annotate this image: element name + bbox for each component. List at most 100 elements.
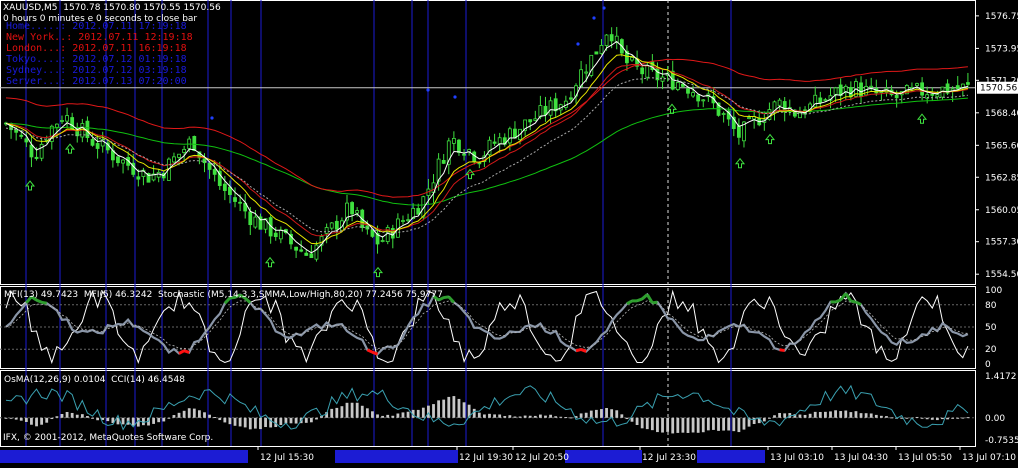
candle-body bbox=[122, 160, 125, 163]
osma-bar bbox=[173, 415, 176, 418]
osma-bar bbox=[396, 413, 399, 417]
mfi-tick-label: 50 bbox=[985, 323, 997, 333]
osma-bar bbox=[122, 418, 125, 425]
candle-body bbox=[371, 230, 374, 236]
osma-bar bbox=[855, 411, 858, 418]
osma-bar bbox=[819, 412, 822, 418]
osma-bar bbox=[458, 399, 461, 418]
candle-body bbox=[407, 220, 410, 221]
stoch-overbought-segment bbox=[444, 297, 449, 298]
osma-bar bbox=[183, 411, 186, 418]
candle-body bbox=[40, 144, 43, 158]
candle-body bbox=[554, 99, 557, 111]
candle-body bbox=[529, 120, 532, 122]
osma-bar bbox=[666, 418, 669, 432]
osma-bar bbox=[25, 418, 28, 422]
candle-body bbox=[55, 124, 58, 127]
candle-body bbox=[60, 120, 63, 121]
candle-body bbox=[463, 154, 466, 155]
stoch-overbought-segment bbox=[836, 300, 841, 302]
candle-body bbox=[508, 129, 511, 143]
time-tick-label: 12 Jul 15:30 bbox=[260, 453, 314, 463]
osma-bar bbox=[351, 403, 354, 418]
osma-bar bbox=[55, 416, 58, 418]
osma-bar bbox=[305, 418, 308, 423]
candle-body bbox=[457, 140, 460, 152]
osma-bar bbox=[447, 397, 450, 418]
candle-body bbox=[96, 143, 99, 148]
symbol-title: XAUUSD,M5 1570.78 1570.80 1570.55 1570.5… bbox=[3, 3, 221, 13]
candle-body bbox=[15, 130, 18, 132]
candle-body bbox=[544, 106, 547, 114]
candle-body bbox=[25, 139, 28, 142]
osma-bar bbox=[50, 418, 53, 419]
stoch-oversold-segment bbox=[581, 349, 586, 351]
osma-bar bbox=[905, 418, 908, 419]
candle-body bbox=[702, 100, 705, 101]
osma-bar bbox=[931, 418, 934, 420]
candle-body bbox=[356, 211, 359, 214]
osma-bar bbox=[86, 416, 89, 418]
osma-bar bbox=[580, 413, 583, 417]
osma-bar bbox=[967, 417, 970, 418]
osma-bar bbox=[951, 418, 954, 419]
candle-body bbox=[722, 114, 725, 115]
osma-bar bbox=[661, 418, 664, 433]
osma-bar bbox=[106, 418, 109, 421]
osma-bar bbox=[264, 418, 267, 427]
osma-bar bbox=[391, 416, 394, 418]
price-tick-label: 1560.05 bbox=[985, 206, 1018, 216]
candle-body bbox=[870, 86, 873, 87]
osma-bar bbox=[218, 418, 221, 420]
price-tick-label: 1568.40 bbox=[985, 109, 1018, 119]
osma-tick-label: 1.4172 bbox=[985, 372, 1017, 382]
osma-bar bbox=[71, 413, 74, 418]
osma-bar bbox=[483, 414, 486, 417]
osma-bar bbox=[641, 418, 644, 429]
osma-bar bbox=[254, 418, 257, 429]
up-arrow-marker bbox=[26, 181, 34, 190]
osma-bar bbox=[162, 418, 165, 422]
session-date-highlight bbox=[0, 450, 248, 463]
osma-bar bbox=[432, 404, 435, 418]
stoch-oversold-segment bbox=[367, 350, 372, 352]
osma-bar bbox=[921, 418, 924, 419]
osma-bar bbox=[279, 418, 282, 425]
candle-body bbox=[66, 116, 69, 122]
candle-body bbox=[401, 221, 404, 222]
osma-bar bbox=[508, 415, 511, 418]
stoch-overbought-segment bbox=[627, 301, 632, 304]
osma-bar bbox=[346, 403, 349, 418]
candle-body bbox=[595, 52, 598, 54]
cci-line bbox=[6, 386, 968, 430]
candle-body bbox=[631, 57, 634, 60]
osma-bar bbox=[880, 416, 883, 418]
osma-bar bbox=[45, 418, 48, 423]
session-clock-line: Server...: 2012.07.13 07:20:00 bbox=[6, 76, 187, 87]
osma-bar bbox=[534, 416, 537, 418]
osma-bar bbox=[381, 416, 384, 418]
candle-body bbox=[274, 233, 277, 236]
osma-bar bbox=[773, 415, 776, 418]
osma-bar bbox=[493, 414, 496, 417]
signal-dot bbox=[576, 42, 579, 45]
osma-bar bbox=[809, 414, 812, 418]
osma-bar bbox=[132, 418, 135, 426]
osma-bar bbox=[554, 416, 557, 418]
candle-body bbox=[452, 138, 455, 143]
candle-body bbox=[605, 35, 608, 46]
osma-bar bbox=[564, 417, 567, 418]
candle-body bbox=[600, 45, 603, 53]
candle-body bbox=[137, 177, 140, 179]
candle-body bbox=[239, 202, 242, 203]
signal-dot bbox=[210, 116, 213, 119]
candle-body bbox=[539, 106, 542, 117]
osma-bar bbox=[478, 413, 481, 418]
osma-bar bbox=[239, 418, 242, 427]
up-arrow-marker bbox=[466, 170, 474, 179]
stochastic-line bbox=[6, 293, 968, 354]
candle-body bbox=[686, 89, 689, 93]
osma-bar bbox=[356, 403, 359, 418]
osma-bar bbox=[707, 418, 710, 431]
session-clock-line: Home.....: 2012.07.11 17:19:18 bbox=[6, 21, 187, 32]
